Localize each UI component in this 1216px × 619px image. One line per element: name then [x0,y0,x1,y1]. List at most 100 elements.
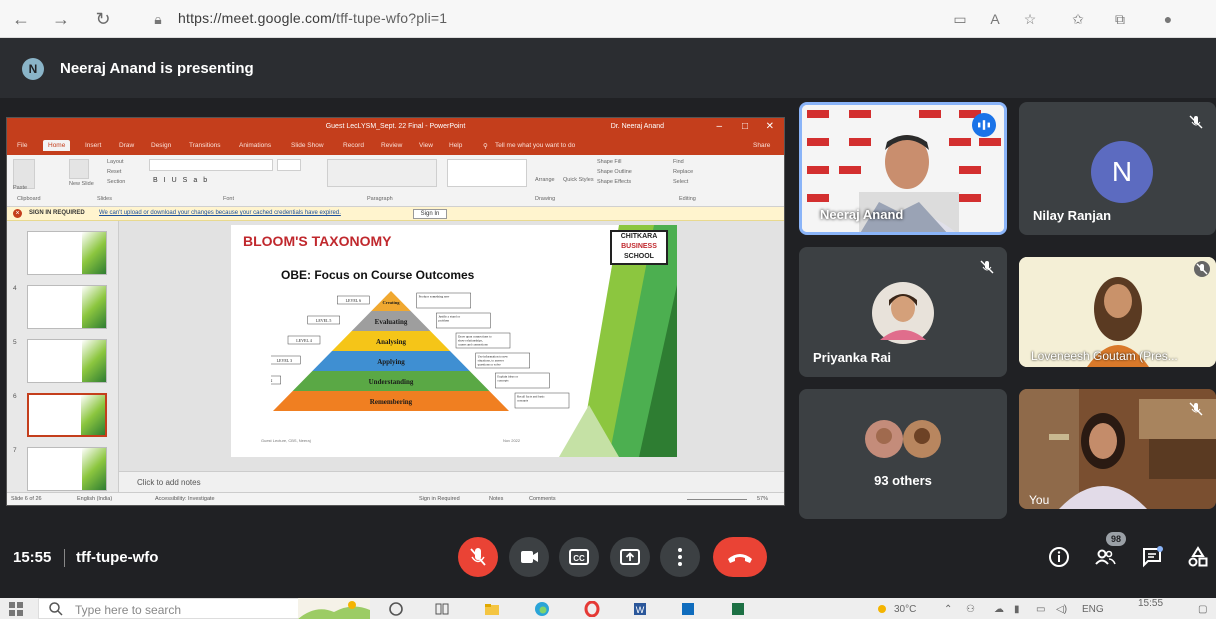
activities-button[interactable] [1186,545,1210,569]
quick-styles-button[interactable]: Quick Styles [563,177,594,183]
camera-toggle-button[interactable] [509,537,549,577]
reload-icon[interactable]: ↻ [92,8,114,30]
outlook-icon[interactable] [680,601,696,617]
tab-home[interactable]: Home [43,140,71,151]
comments-button[interactable]: Comments [529,496,556,502]
participant-tile-presenter[interactable]: Neeraj Anand [799,102,1007,235]
edge-icon[interactable] [534,601,550,617]
notes-pane[interactable]: Click to add notes [119,471,784,492]
captions-button[interactable]: CC [559,537,599,577]
tab-transitions[interactable]: Transitions [189,142,221,149]
file-explorer-icon[interactable] [484,601,500,617]
slide-thumbnail-selected[interactable] [27,393,107,437]
maximize-icon[interactable]: □ [742,121,748,132]
input-language[interactable]: ENG [1082,604,1104,615]
slide-thumbnail[interactable] [27,231,107,275]
participant-tile[interactable]: Priyanka Rai [799,247,1007,377]
font-name-field[interactable] [149,159,273,171]
cloud-icon[interactable]: ☁ [994,604,1004,615]
collections-icon[interactable]: ⧉ [1110,9,1130,29]
tab-insert[interactable]: Insert [85,142,101,149]
chitkara-logo: CHITKARA BUSINESS SCHOOL [610,230,668,265]
tab-draw[interactable]: Draw [119,142,134,149]
notifications-icon[interactable]: ▢ [1198,604,1207,615]
shape-effects-button[interactable]: Shape Effects [597,179,631,185]
close-icon[interactable]: ✕ [766,121,774,132]
layout-button[interactable]: Layout [107,159,124,165]
slide-thumbnail[interactable] [27,339,107,383]
font-format-buttons[interactable]: BIUSab [153,177,213,184]
shape-fill-button[interactable]: Shape Fill [597,159,621,165]
minimize-icon[interactable]: – [716,121,722,132]
tab-review[interactable]: Review [381,142,402,149]
opera-icon[interactable] [584,601,600,617]
find-button[interactable]: Find [673,159,684,165]
level-description: problem [438,319,449,323]
participant-tile[interactable]: Loveneesh Goutam (Pres... [1019,257,1216,367]
new-slide-icon[interactable] [69,159,89,179]
volume-icon[interactable]: ◁) [1056,604,1067,615]
accessibility-status[interactable]: Accessibility: Investigate [155,496,215,502]
tab-view[interactable]: View [419,142,433,149]
excel-icon[interactable] [730,601,746,617]
people-tray-icon[interactable]: ⚇ [966,604,975,615]
temperature[interactable]: 30°C [894,604,916,615]
read-aloud-icon[interactable]: A [985,9,1005,29]
arrange-button[interactable]: Arrange [535,177,555,183]
shapes-gallery[interactable] [447,159,527,187]
word-icon[interactable]: W [632,601,648,617]
network-icon[interactable]: ▮ [1014,604,1020,615]
paragraph-controls[interactable] [327,159,437,187]
more-options-button[interactable] [660,537,700,577]
favorite-icon[interactable]: ☆ [1020,9,1040,29]
videocam-icon [521,551,538,563]
lock-icon[interactable]: 🔒︎ [148,9,168,29]
tray-chevron-icon[interactable]: ⌃ [944,604,952,615]
forward-icon[interactable]: → [50,8,72,30]
leave-call-button[interactable] [713,537,767,577]
tab-slideshow[interactable]: Slide Show [291,142,324,149]
tell-me-box[interactable]: Tell me what you want to do [495,142,575,149]
reset-button[interactable]: Reset [107,169,121,175]
mic-toggle-button[interactable] [458,537,498,577]
tab-animations[interactable]: Animations [239,142,271,149]
windows-start-icon[interactable] [8,601,24,617]
profile-icon[interactable]: ● [1158,9,1178,29]
self-view-tile[interactable]: You [1019,389,1216,509]
favorites-icon[interactable]: ✩ [1068,9,1088,29]
shape-outline-button[interactable]: Shape Outline [597,169,632,175]
camera-permission-icon[interactable]: ▭ [950,9,970,29]
font-size-field[interactable] [277,159,301,171]
pyramid-level-name: Evaluating [375,318,408,326]
share-button[interactable]: Share [753,142,770,149]
signin-required-status[interactable]: Sign in Required [419,496,460,502]
slide-thumbnail[interactable] [27,447,107,491]
replace-button[interactable]: Replace [673,169,693,175]
address-bar[interactable]: https://meet.google.com/tff-tupe-wfo?pli… [178,10,447,26]
signin-button[interactable]: Sign In [413,209,447,219]
slide-thumbnail[interactable] [27,285,107,329]
tab-record[interactable]: Record [343,142,364,149]
current-slide[interactable]: BLOOM'S TAXONOMY CHITKARA BUSINESS SCHOO… [231,225,677,457]
people-button[interactable] [1093,545,1117,569]
back-icon[interactable]: ← [10,8,32,30]
notes-button[interactable]: Notes [489,496,503,502]
meeting-details-button[interactable] [1047,545,1071,569]
zoom-level[interactable]: 57% [757,496,768,502]
battery-icon[interactable]: ▭ [1036,604,1045,615]
chat-button[interactable] [1140,545,1164,569]
cortana-icon[interactable] [388,601,404,617]
taskbar-clock[interactable]: 15:55 [1138,598,1163,609]
select-button[interactable]: Select [673,179,688,185]
tab-file[interactable]: File [17,142,27,149]
signin-message[interactable]: We can't upload or download your changes… [99,210,341,216]
present-now-button[interactable] [610,537,650,577]
group-slides: Slides [97,196,112,202]
task-view-icon[interactable] [434,601,450,617]
weather-icon[interactable] [874,601,890,617]
others-tile[interactable]: 93 others [799,389,1007,519]
tab-design[interactable]: Design [151,142,171,149]
section-button[interactable]: Section [107,179,125,185]
zoom-slider[interactable] [687,499,747,500]
tab-help[interactable]: Help [449,142,462,149]
